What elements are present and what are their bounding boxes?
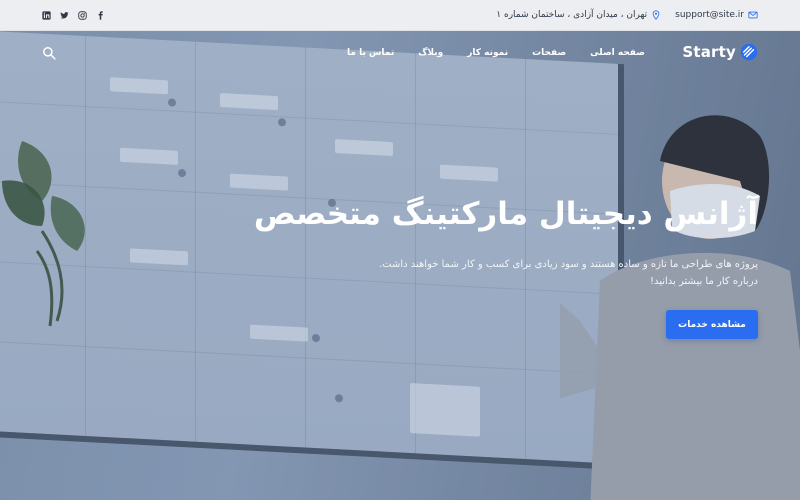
email-text: support@site.ir	[675, 10, 744, 20]
nav-item-contact[interactable]: تماس با ما	[347, 48, 394, 58]
twitter-icon[interactable]	[60, 11, 69, 20]
hero-title: آژانس دیجیتال مارکتینگ متخصص	[253, 196, 758, 232]
nav-item-home[interactable]: صفحه اصلی	[590, 48, 645, 58]
nav-item-blog[interactable]: وبلاگ	[418, 48, 443, 58]
social-links	[42, 10, 105, 20]
hero-description: پروژه های طراحی ما تازه و ساده هستند و س…	[378, 259, 758, 287]
location-pin-icon	[652, 10, 660, 20]
logo-icon	[740, 43, 758, 61]
main-navbar: صفحه اصلی صفحات نمونه کار وبلاگ تماس با …	[0, 31, 800, 75]
address-item: تهران ، میدان آزادی ، ساختمان شماره ۱	[496, 10, 661, 20]
nav-item-pages[interactable]: صفحات	[532, 48, 566, 58]
email-item[interactable]: support@site.ir	[675, 10, 758, 20]
nav-menu: صفحه اصلی صفحات نمونه کار وبلاگ تماس با …	[347, 31, 645, 75]
logo-text: Starty	[682, 43, 736, 61]
contact-info: support@site.ir تهران ، میدان آزادی ، سا…	[496, 10, 758, 20]
view-services-button[interactable]: مشاهده خدمات	[666, 310, 758, 339]
nav-item-portfolio[interactable]: نمونه کار	[467, 48, 508, 58]
instagram-icon[interactable]	[78, 10, 87, 20]
search-icon[interactable]	[42, 46, 56, 60]
facebook-icon[interactable]	[96, 10, 105, 20]
site-logo[interactable]: Starty	[682, 43, 758, 61]
mail-icon	[748, 11, 758, 19]
linkedin-icon[interactable]	[42, 10, 51, 20]
address-text: تهران ، میدان آزادی ، ساختمان شماره ۱	[496, 10, 648, 20]
top-contact-bar: support@site.ir تهران ، میدان آزادی ، سا…	[0, 0, 800, 31]
